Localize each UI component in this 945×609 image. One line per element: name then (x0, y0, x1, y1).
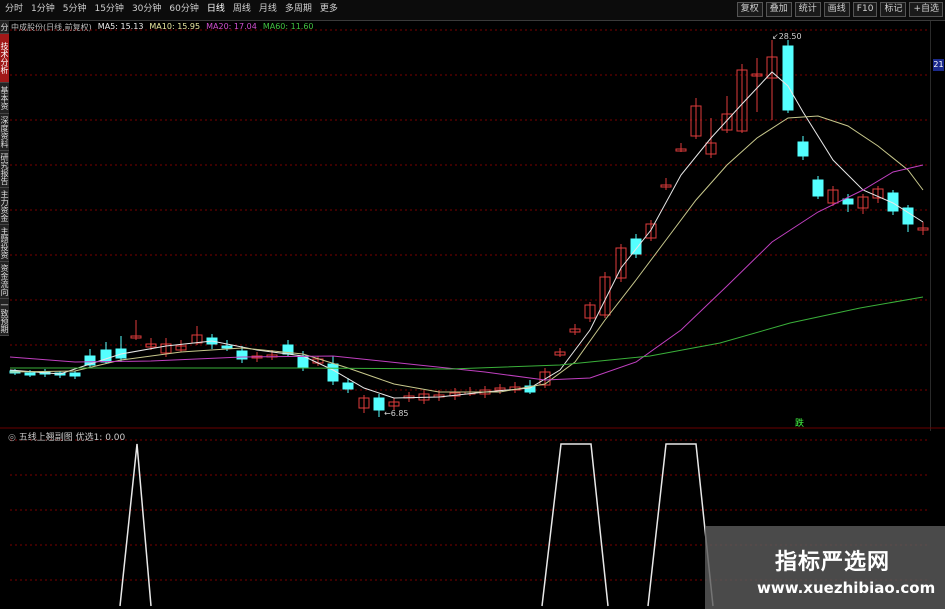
candle-body-52 (797, 141, 809, 157)
candle-body-4 (69, 372, 81, 377)
indicator-spike-0 (119, 443, 152, 607)
candle-body-22 (342, 382, 354, 390)
candle-body-1 (24, 372, 36, 376)
indicator-title-text: 五线上翘副图 优选1: 0.00 (18, 433, 126, 443)
signal-label: 跌 (795, 419, 805, 429)
high-price-label: ↙28.50 (772, 32, 802, 41)
low-price-label: ←6.85 (384, 409, 409, 418)
candle-body-41 (630, 238, 642, 255)
candle-body-15 (236, 350, 248, 360)
candle-body-55 (842, 198, 854, 205)
high-price-value: 28.50 (778, 32, 802, 41)
watermark-en: www.xuezhibiao.com (757, 579, 936, 597)
ma10-line (9, 115, 924, 393)
ma20-line (9, 164, 924, 381)
watermark: 指标严选网 www.xuezhibiao.com (705, 526, 945, 609)
ma5-line (9, 71, 924, 399)
ma60-line (10, 296, 924, 370)
candle-body-14 (221, 345, 233, 349)
indicator-spike-1 (541, 443, 609, 607)
watermark-cn: 指标严选网 (775, 550, 891, 575)
indicator-spike-2 (647, 443, 714, 607)
kline-chart[interactable] (0, 0, 945, 609)
indicator-settings-icon[interactable]: ◎ (8, 433, 19, 443)
low-price-value: 6.85 (390, 409, 409, 418)
candle-body-53 (812, 179, 824, 197)
candle-body-51 (782, 45, 794, 111)
candle-body-24 (373, 397, 385, 411)
indicator-title: ◎ 五线上翘副图 优选1: 0.00 (8, 430, 125, 443)
